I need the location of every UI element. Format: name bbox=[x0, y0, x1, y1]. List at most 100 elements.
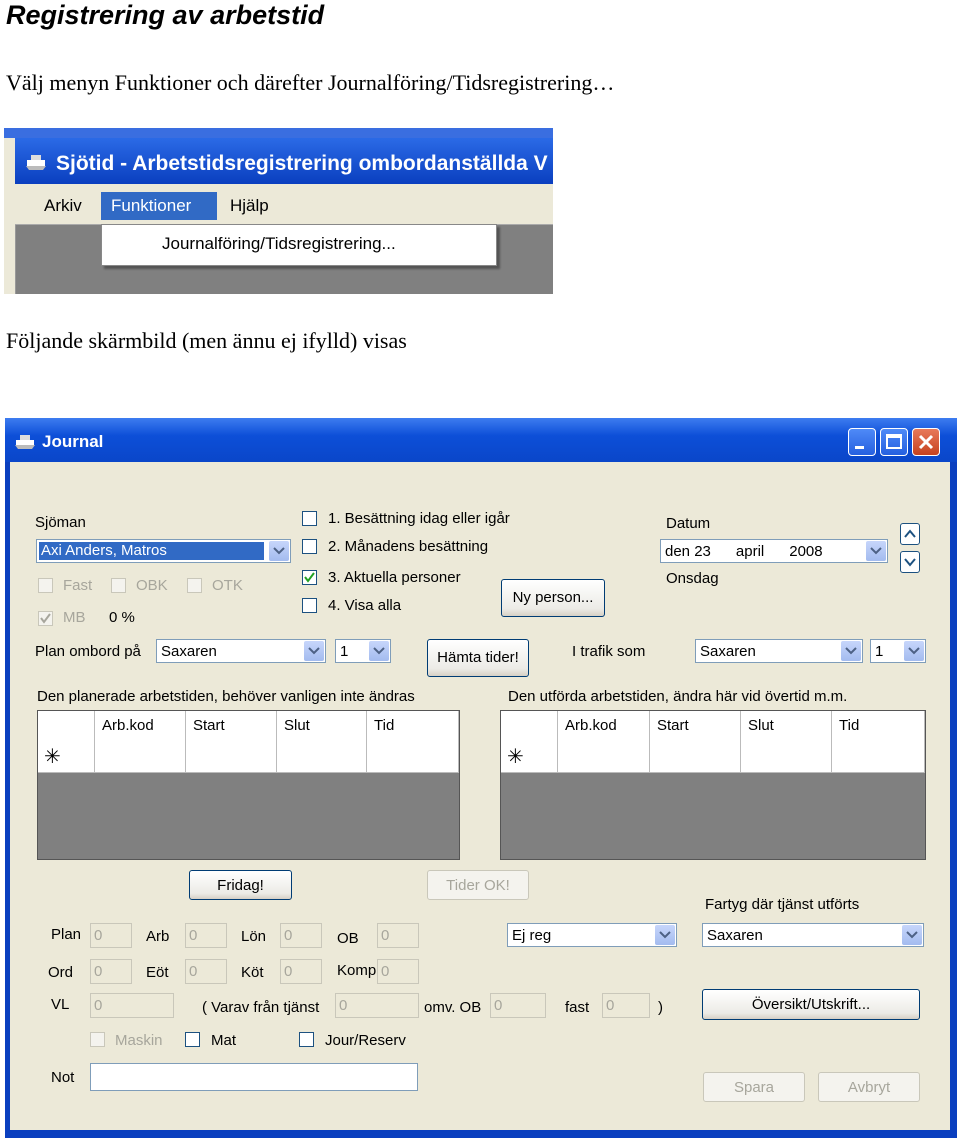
obk-checkbox[interactable] bbox=[111, 578, 126, 593]
not-field[interactable] bbox=[90, 1063, 418, 1091]
oversikt-button[interactable]: Översikt/Utskrift... bbox=[702, 989, 920, 1020]
chevron-down-icon[interactable] bbox=[369, 641, 389, 661]
plan-ombord-label: Plan ombord på bbox=[35, 643, 141, 660]
option-4-checkbox[interactable] bbox=[302, 598, 317, 613]
done-grid[interactable]: Arb.kod Start Slut Tid ✳ bbox=[500, 710, 926, 860]
fartyg-select[interactable]: Saxaren bbox=[702, 923, 924, 947]
planned-grid[interactable]: Arb.kod Start Slut Tid ✳ bbox=[37, 710, 460, 860]
hamta-tider-button[interactable]: Hämta tider! bbox=[427, 639, 529, 677]
mb-percent: 0 % bbox=[109, 609, 135, 626]
sjoman-select[interactable]: Axi Anders, Matros bbox=[36, 539, 291, 563]
table-cell[interactable] bbox=[558, 741, 650, 773]
arb-label: Arb bbox=[146, 928, 170, 945]
table-cell[interactable] bbox=[95, 741, 186, 773]
chevron-down-icon[interactable] bbox=[269, 541, 289, 561]
chevron-down-icon[interactable] bbox=[902, 925, 922, 945]
funktioner-dropdown: Journalföring/Tidsregistrering... bbox=[101, 224, 497, 266]
doc-caption: Följande skärmbild (men ännu ej ifylld) … bbox=[6, 328, 407, 353]
chevron-up-icon bbox=[904, 529, 916, 538]
date-up-button[interactable] bbox=[900, 523, 920, 545]
fast-amount-label: fast bbox=[565, 999, 590, 1016]
otk-checkbox[interactable] bbox=[187, 578, 202, 593]
plan-ombord-ship-select[interactable]: Saxaren bbox=[156, 639, 326, 663]
option-3-checkbox[interactable] bbox=[302, 570, 317, 585]
column-header-tid: Tid bbox=[832, 711, 925, 741]
lon-field: 0 bbox=[280, 923, 322, 948]
column-header-slut: Slut bbox=[277, 711, 367, 741]
plan-label: Plan bbox=[51, 926, 82, 943]
chevron-down-icon[interactable] bbox=[866, 541, 886, 561]
close-button[interactable] bbox=[912, 428, 940, 456]
option-1-label: 1. Besättning idag eller igår bbox=[328, 510, 510, 527]
obk-label: OBK bbox=[136, 577, 168, 594]
date-down-button[interactable] bbox=[900, 551, 920, 573]
fartyg-label: Fartyg där tjänst utförts bbox=[705, 896, 860, 913]
fast-checkbox[interactable] bbox=[38, 578, 53, 593]
sjoman-label: Sjöman bbox=[35, 514, 86, 531]
i-trafik-label: I trafik som bbox=[572, 643, 646, 660]
menu-funktioner[interactable]: Funktioner bbox=[101, 192, 217, 220]
ship-icon bbox=[26, 155, 46, 170]
spara-button[interactable]: Spara bbox=[703, 1072, 805, 1102]
menu-hjalp[interactable]: Hjälp bbox=[220, 192, 279, 220]
option-3-label: 3. Aktuella personer bbox=[328, 569, 461, 586]
komp-field: 0 bbox=[377, 959, 419, 984]
menu-item-journalforing[interactable]: Journalföring/Tidsregistrering... bbox=[162, 234, 396, 254]
chevron-down-icon[interactable] bbox=[904, 641, 924, 661]
column-header-arbkod: Arb.kod bbox=[558, 711, 650, 741]
i-trafik-number-select[interactable]: 1 bbox=[870, 639, 926, 663]
column-header-tid: Tid bbox=[367, 711, 459, 741]
eot-label: Eöt bbox=[146, 964, 169, 981]
komp-label: Komp bbox=[337, 962, 377, 979]
ship-icon bbox=[15, 435, 35, 449]
i-trafik-ship-select[interactable]: Saxaren bbox=[695, 639, 863, 663]
doc-title: Registrering av arbetstid bbox=[6, 0, 325, 30]
option-2-checkbox[interactable] bbox=[302, 539, 317, 554]
mat-label: Mat bbox=[211, 1032, 237, 1049]
ord-field: 0 bbox=[90, 959, 132, 984]
maskin-checkbox[interactable] bbox=[90, 1032, 105, 1047]
doc-intro: Välj menyn Funktioner och därefter Journ… bbox=[6, 70, 615, 95]
table-cell[interactable] bbox=[367, 741, 459, 773]
menu-screenshot: Sjötid - Arbetstidsregistrering ombordan… bbox=[4, 128, 553, 294]
fast-amount-field: 0 bbox=[602, 993, 650, 1018]
minimize-button[interactable] bbox=[848, 428, 876, 456]
ny-person-button[interactable]: Ny person... bbox=[501, 579, 605, 617]
column-header-slut: Slut bbox=[741, 711, 832, 741]
table-cell[interactable] bbox=[650, 741, 741, 773]
avbryt-button[interactable]: Avbryt bbox=[818, 1072, 920, 1102]
varav-field: 0 bbox=[335, 993, 419, 1018]
plan-ombord-number-select[interactable]: 1 bbox=[335, 639, 391, 663]
ej-reg-select[interactable]: Ej reg bbox=[507, 923, 677, 947]
mb-checkbox[interactable] bbox=[38, 611, 53, 626]
table-cell[interactable] bbox=[277, 741, 367, 773]
chevron-down-icon[interactable] bbox=[841, 641, 861, 661]
fridag-button[interactable]: Fridag! bbox=[189, 870, 292, 900]
column-header-arbkod: Arb.kod bbox=[95, 711, 186, 741]
kot-field: 0 bbox=[280, 959, 322, 984]
ord-label: Ord bbox=[48, 964, 74, 981]
fast-label: Fast bbox=[63, 577, 93, 594]
datum-picker[interactable]: den 23 april 2008 bbox=[660, 539, 888, 563]
journal-title: Journal bbox=[42, 432, 104, 451]
table-cell[interactable] bbox=[832, 741, 925, 773]
otk-label: OTK bbox=[212, 577, 243, 594]
lon-label: Lön bbox=[241, 928, 267, 945]
table-cell[interactable] bbox=[186, 741, 277, 773]
table-cell[interactable] bbox=[741, 741, 832, 773]
menu-arkiv[interactable]: Arkiv bbox=[34, 192, 92, 220]
close-icon bbox=[918, 434, 934, 450]
mat-checkbox[interactable] bbox=[185, 1032, 200, 1047]
maskin-label: Maskin bbox=[115, 1032, 163, 1049]
weekday-label: Onsdag bbox=[666, 570, 719, 587]
option-1-checkbox[interactable] bbox=[302, 511, 317, 526]
maximize-button[interactable] bbox=[880, 428, 908, 456]
column-header-start: Start bbox=[650, 711, 741, 741]
mb-label: MB bbox=[63, 609, 86, 626]
vl-label: VL bbox=[51, 996, 70, 1013]
jour-checkbox[interactable] bbox=[299, 1032, 314, 1047]
chevron-down-icon[interactable] bbox=[304, 641, 324, 661]
tider-ok-button[interactable]: Tider OK! bbox=[427, 870, 529, 900]
column-header-start: Start bbox=[186, 711, 277, 741]
chevron-down-icon[interactable] bbox=[655, 925, 675, 945]
